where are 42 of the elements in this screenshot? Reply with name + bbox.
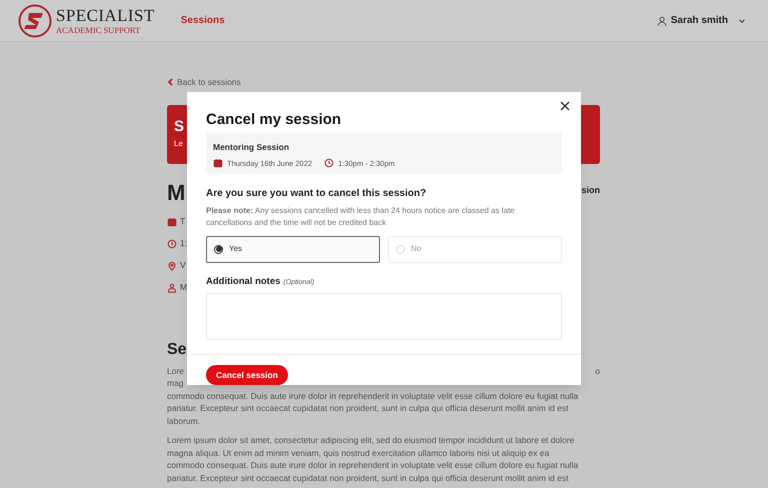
cancel-session-button[interactable]: Cancel session (206, 365, 288, 386)
banner-title: S (174, 118, 184, 134)
late-cancellation-note: Please note: Any sessions cancelled with less than 24 hours notice are classed as late cancellations and the time will not be credited back (206, 204, 516, 230)
logo-icon (18, 4, 52, 38)
paragraph-text: pariatur. Excepteur sint occaecat cupidatat non proident, sunt in culpa qui officia deserunt mollit anim id est (167, 472, 568, 484)
detail-text: T (180, 215, 186, 228)
session-heading: M (167, 182, 186, 204)
logo-title: SPECIALIST (56, 6, 155, 24)
detail-text: 1: (180, 237, 188, 250)
close-icon[interactable] (559, 100, 571, 112)
radio-option[interactable]: Yes (206, 236, 380, 263)
paragraph-text: commodo consequat. Duis aute irure dolor in reprehenderit in voluptate velit esse cillum dolore eu fugiat nulla (167, 390, 578, 402)
logo-subtitle: ACADEMIC SUPPORT (56, 26, 142, 34)
calendar-icon (213, 158, 223, 168)
clock-icon (167, 238, 177, 249)
person-icon (167, 282, 177, 293)
dialog-title: Cancel my session (206, 112, 342, 127)
paragraph-text: magna aliqua. Ut enim ad minim veniam, quis nostrud exercitation ullamco laboris nisi ut aliquip ex ea (167, 446, 550, 460)
clock-icon (324, 158, 334, 168)
chevron-left-icon[interactable] (167, 78, 173, 86)
paragraph-text: o (595, 364, 600, 378)
cancel-session-link[interactable]: sion (581, 184, 600, 198)
back-link[interactable]: Back to sessions (177, 76, 241, 89)
user-name[interactable]: Sarah smith (670, 13, 728, 28)
calendar-icon (167, 216, 177, 227)
user-icon (656, 16, 667, 26)
banner-subtitle: Le (174, 138, 184, 150)
nav-link[interactable]: Sessions (180, 13, 225, 28)
map-pin-icon (167, 260, 177, 271)
paragraph-text: mag (167, 377, 184, 390)
paragraph-text: pariatur. Excepteur sint occaecat cupidatat non proident, sunt in culpa qui officia deserunt mollit anim id est (167, 402, 568, 415)
paragraph-text: commodo consequat. Duis aute irure dolor in reprehenderit in voluptate velit esse cillum dolore eu fugiat nulla (167, 459, 578, 472)
detail-text: M (180, 281, 188, 294)
radio-option[interactable]: No (388, 236, 562, 263)
paragraph-text: Lorem ipsum dolor sit amet, consectetur adipiscing elit, sed do eiusmod tempor incididunt ut labore et dolore (167, 434, 574, 447)
session-name: Mentoring Session (213, 141, 290, 154)
paragraph-text: laborum. (167, 414, 200, 428)
detail-text: V (180, 259, 186, 272)
section-heading: Se (167, 342, 188, 358)
paragraph-text: Lore (167, 364, 184, 378)
confirm-question: Are you sure you want to cancel this session? (206, 186, 428, 201)
notes-label: Additional notes (206, 274, 280, 289)
